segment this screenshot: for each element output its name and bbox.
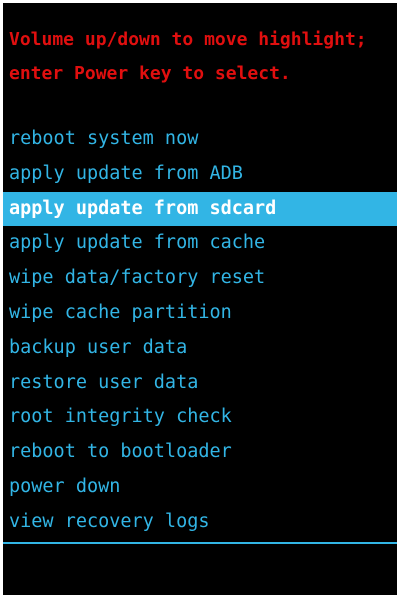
menu-item-label: power down	[9, 475, 121, 497]
menu-item-root-integrity-check[interactable]: root integrity check	[3, 400, 397, 435]
menu-item-label: restore user data	[9, 371, 199, 393]
menu-item-apply-update-from-sdcard[interactable]: apply update from sdcard	[3, 191, 397, 227]
menu-item-wipe-cache-partition[interactable]: wipe cache partition	[3, 296, 397, 331]
menu-item-reboot-system-now[interactable]: reboot system now	[3, 122, 397, 157]
menu-item-label: root integrity check	[9, 406, 232, 428]
menu-item-label: view recovery logs	[9, 510, 210, 532]
menu-item-wipe-data-factory-reset[interactable]: wipe data/factory reset	[3, 261, 397, 296]
menu-item-label: reboot to bootloader	[9, 441, 232, 463]
menu-item-restore-user-data[interactable]: restore user data	[3, 366, 397, 401]
menu-item-backup-user-data[interactable]: backup user data	[3, 331, 397, 366]
menu-item-view-recovery-logs[interactable]: view recovery logs	[3, 505, 397, 540]
menu-item-label: backup user data	[9, 336, 188, 358]
menu-item-label: apply update from sdcard	[9, 197, 277, 219]
recovery-screen: Volume up/down to move highlight; enter …	[3, 3, 397, 595]
menu-item-power-down[interactable]: power down	[3, 470, 397, 505]
menu-item-label: wipe cache partition	[9, 301, 232, 323]
menu-item-reboot-to-bootloader[interactable]: reboot to bootloader	[3, 435, 397, 470]
instruction-line-1: Volume up/down to move highlight;	[9, 29, 367, 50]
recovery-menu: reboot system now apply update from ADB …	[3, 122, 397, 540]
menu-item-label: apply update from ADB	[9, 162, 243, 184]
menu-item-label: wipe data/factory reset	[9, 267, 266, 289]
menu-item-apply-update-from-adb[interactable]: apply update from ADB	[3, 157, 397, 192]
instructions-header: Volume up/down to move highlight; enter …	[9, 23, 395, 91]
menu-item-apply-update-from-cache[interactable]: apply update from cache	[3, 226, 397, 261]
menu-item-label: reboot system now	[9, 128, 199, 149]
menu-item-label: apply update from cache	[9, 232, 266, 254]
instruction-line-2: enter Power key to select.	[9, 63, 291, 84]
menu-divider	[3, 542, 397, 544]
